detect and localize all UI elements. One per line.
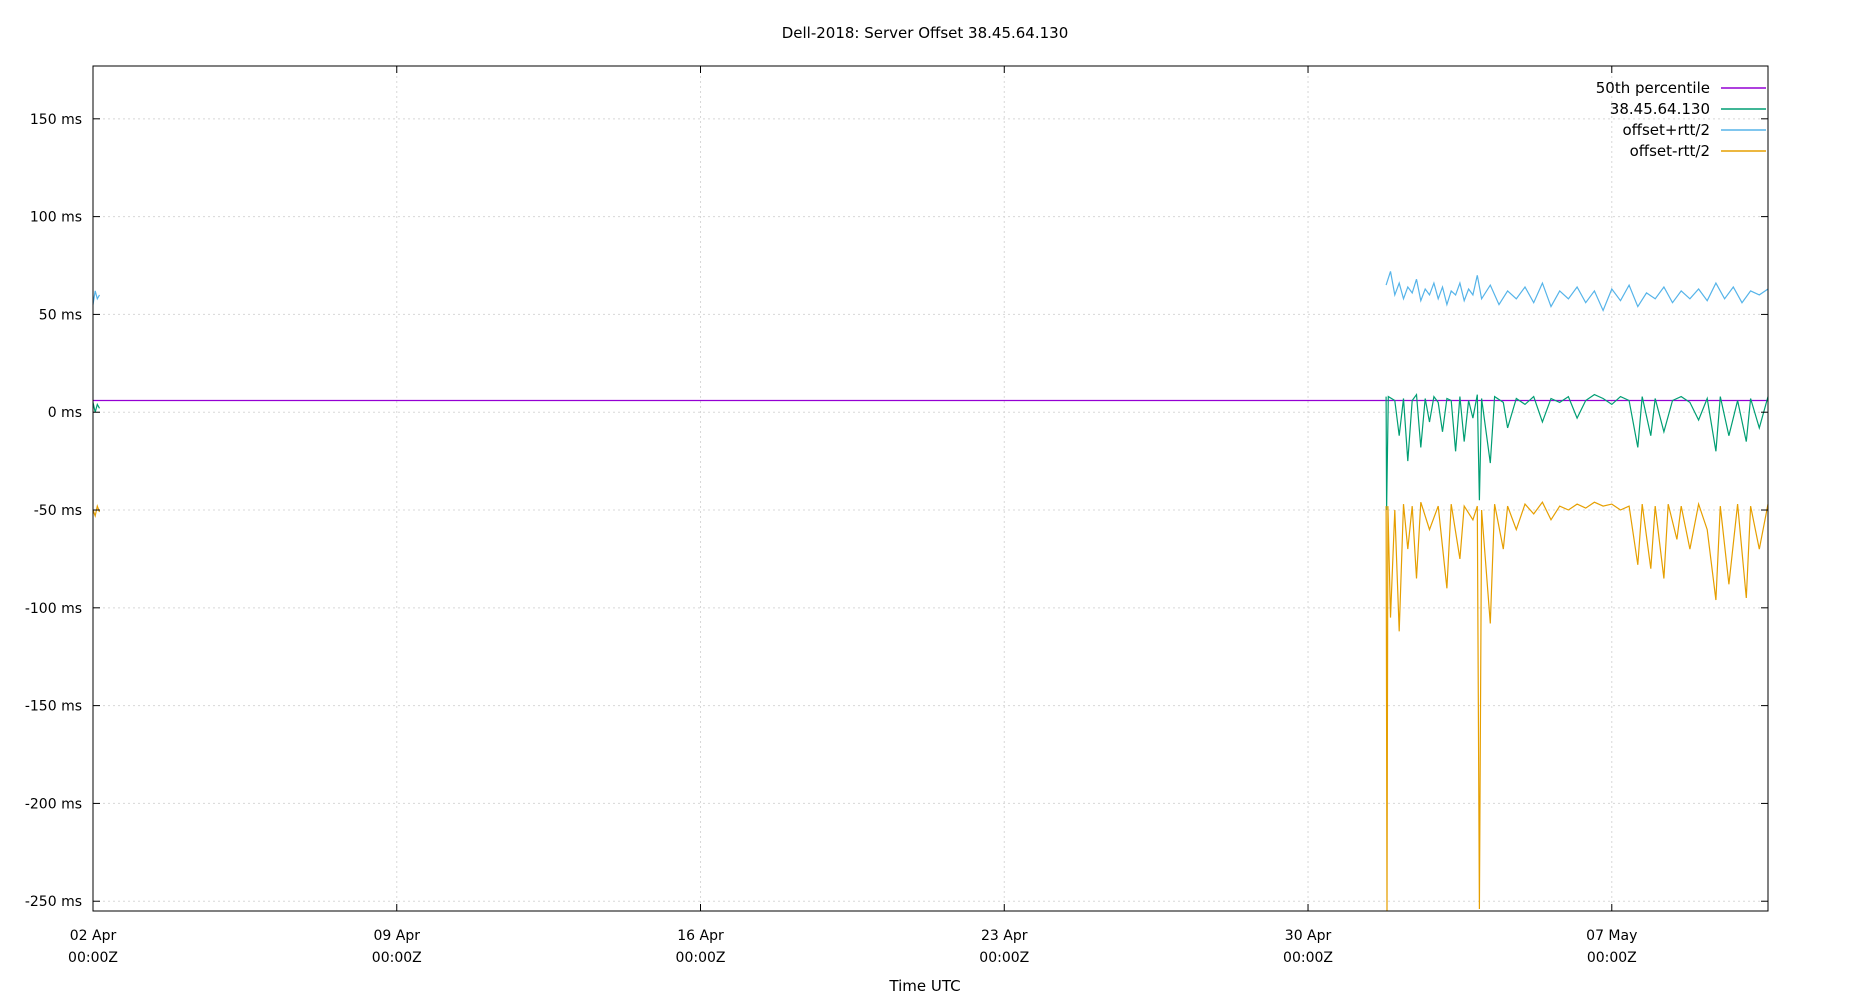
plot-frame <box>92 65 1769 912</box>
y-tick-label: 0 ms <box>48 405 82 421</box>
y-tick-label: 100 ms <box>30 210 82 226</box>
x-tick-label-time: 00:00Z <box>979 950 1029 966</box>
y-tick-label: -50 ms <box>34 503 82 519</box>
legend-label: 38.45.64.130 <box>1610 100 1710 118</box>
y-tick-label: -100 ms <box>25 601 82 617</box>
chart: Dell-2018: Server Offset 38.45.64.130 15… <box>25 24 1769 995</box>
grid-layer <box>92 66 1768 911</box>
x-tick-label-date: 23 Apr <box>981 928 1028 944</box>
y-tick-label: 150 ms <box>30 112 82 128</box>
y-tick-label: 50 ms <box>39 307 82 323</box>
y-tick-label: -150 ms <box>25 699 82 715</box>
series-line-4 <box>92 503 101 519</box>
x-tick-label-date: 30 Apr <box>1285 928 1332 944</box>
x-tick-label-date: 07 May <box>1586 928 1637 944</box>
x-tick-label-time: 00:00Z <box>676 950 726 966</box>
x-tick-label-time: 00:00Z <box>68 950 118 966</box>
legend-label: 50th percentile <box>1596 79 1710 97</box>
series-line-3 <box>92 290 101 305</box>
series-line-3 <box>1385 271 1769 313</box>
series-line-4 <box>1385 501 1769 912</box>
x-tick-label-time: 00:00Z <box>1587 950 1637 966</box>
x-tick-label-time: 00:00Z <box>1283 950 1333 966</box>
legend: 50th percentile 38.45.64.130 offset+rtt/2 o… <box>1596 79 1766 160</box>
legend-label: offset+rtt/2 <box>1622 121 1710 139</box>
legend-label: offset-rtt/2 <box>1630 142 1710 160</box>
series-line-2 <box>92 402 101 413</box>
x-tick-label-date: 02 Apr <box>70 928 117 944</box>
x-tick-label-date: 16 Apr <box>677 928 724 944</box>
y-tick-label: -200 ms <box>25 796 82 812</box>
chart-title: Dell-2018: Server Offset 38.45.64.130 <box>782 24 1069 42</box>
x-tick-label-date: 09 Apr <box>374 928 421 944</box>
x-tick-label-time: 00:00Z <box>372 950 422 966</box>
series-layer <box>92 271 1769 912</box>
y-tick-label: -250 ms <box>25 894 82 910</box>
x-axis-label: Time UTC <box>888 977 960 995</box>
